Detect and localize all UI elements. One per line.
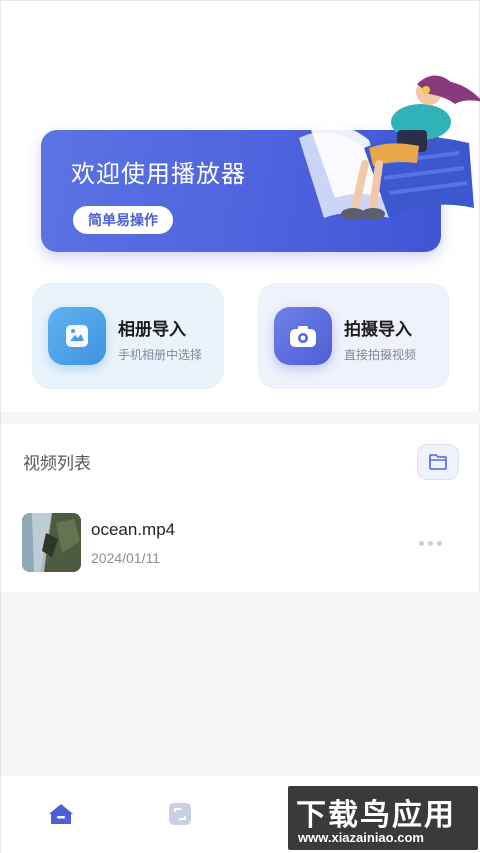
watermark-logo: 下载鸟应用 www.xiazainiao.com bbox=[288, 786, 478, 850]
folder-icon bbox=[429, 454, 447, 470]
watermark-url: www.xiazainiao.com bbox=[298, 830, 424, 845]
album-icon-tile bbox=[48, 307, 106, 365]
convert-icon bbox=[169, 803, 191, 825]
more-dot-icon bbox=[437, 540, 442, 546]
more-dot-icon bbox=[419, 540, 424, 546]
camera-icon-tile bbox=[274, 307, 332, 365]
image-icon bbox=[66, 325, 88, 347]
video-date: 2024/01/11 bbox=[91, 550, 161, 566]
empty-list-area bbox=[1, 592, 480, 776]
album-import-subtitle: 手机相册中选择 bbox=[118, 348, 203, 362]
tab-convert[interactable] bbox=[166, 800, 194, 828]
more-options-button[interactable] bbox=[419, 538, 445, 548]
reading-girl-illustration bbox=[299, 75, 480, 220]
home-icon bbox=[49, 804, 73, 824]
section-divider bbox=[1, 412, 480, 424]
camera-import-card[interactable]: 拍摄导入 直接拍摄视频 bbox=[258, 283, 450, 389]
camera-import-title: 拍摄导入 bbox=[344, 320, 412, 339]
camera-import-subtitle: 直接拍摄视频 bbox=[344, 348, 417, 362]
list-item[interactable]: ocean.mp4 2024/01/11 bbox=[1, 501, 480, 591]
album-import-card[interactable]: 相册导入 手机相册中选择 bbox=[32, 283, 224, 389]
watermark-title: 下载鸟应用 bbox=[296, 799, 456, 832]
welcome-banner[interactable]: 欢迎使用播放器 简单易操作 bbox=[41, 75, 480, 252]
tab-home[interactable] bbox=[47, 800, 75, 828]
camera-icon bbox=[290, 326, 316, 347]
app-screen: 欢迎使用播放器 简单易操作 相册导入 手机相册中选择 拍摄导入 直接拍摄视频 视… bbox=[0, 0, 480, 853]
album-import-title: 相册导入 bbox=[118, 320, 186, 339]
video-thumbnail bbox=[22, 513, 81, 572]
video-list-title: 视频列表 bbox=[23, 454, 91, 473]
video-name: ocean.mp4 bbox=[91, 520, 176, 539]
banner-button[interactable]: 简单易操作 bbox=[73, 206, 173, 234]
open-folder-button[interactable] bbox=[417, 444, 459, 480]
banner-title: 欢迎使用播放器 bbox=[71, 161, 246, 188]
more-dot-icon bbox=[428, 540, 433, 546]
